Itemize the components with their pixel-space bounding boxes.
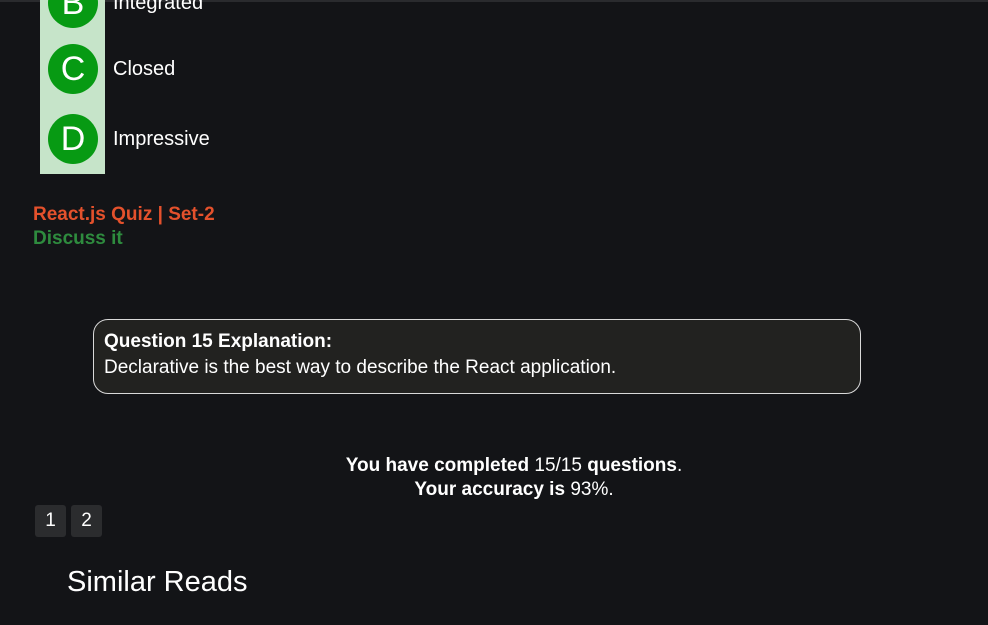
option-text: Impressive [113, 127, 210, 150]
option-b[interactable]: B Integrated [48, 0, 203, 28]
option-d[interactable]: D Impressive [48, 114, 210, 164]
option-letter-badge: D [48, 114, 98, 164]
explanation-body: Declarative is the best way to describe … [104, 357, 617, 378]
quiz-set-link[interactable]: React.js Quiz | Set-2 [33, 204, 215, 226]
option-letter-badge: B [48, 0, 98, 28]
option-letter-badge: C [48, 44, 98, 94]
quiz-summary: You have completed 15/15 questions. Your… [0, 454, 988, 502]
discuss-link[interactable]: Discuss it [33, 228, 123, 250]
option-text: Integrated [113, 0, 204, 14]
accuracy-line: Your accuracy is 93%. [414, 479, 614, 500]
pagination: 1 2 [35, 505, 107, 537]
completed-value: 15/15 [534, 455, 582, 476]
similar-reads-heading: Similar Reads [67, 566, 248, 598]
option-c[interactable]: C Closed [48, 44, 175, 94]
completed-suffix: questions [587, 455, 677, 476]
accuracy-value: 93% [570, 479, 609, 500]
explanation-box: Question 15 Explanation: Declarative is … [93, 319, 861, 394]
completion-line: You have completed 15/15 questions. [345, 455, 683, 476]
accuracy-prefix: Your accuracy is [414, 479, 566, 500]
page-button-1[interactable]: 1 [35, 505, 66, 537]
explanation-title: Question 15 Explanation: [104, 331, 333, 352]
page-button-2[interactable]: 2 [71, 505, 102, 537]
completed-prefix: You have completed [345, 455, 530, 476]
option-text: Closed [113, 57, 176, 80]
